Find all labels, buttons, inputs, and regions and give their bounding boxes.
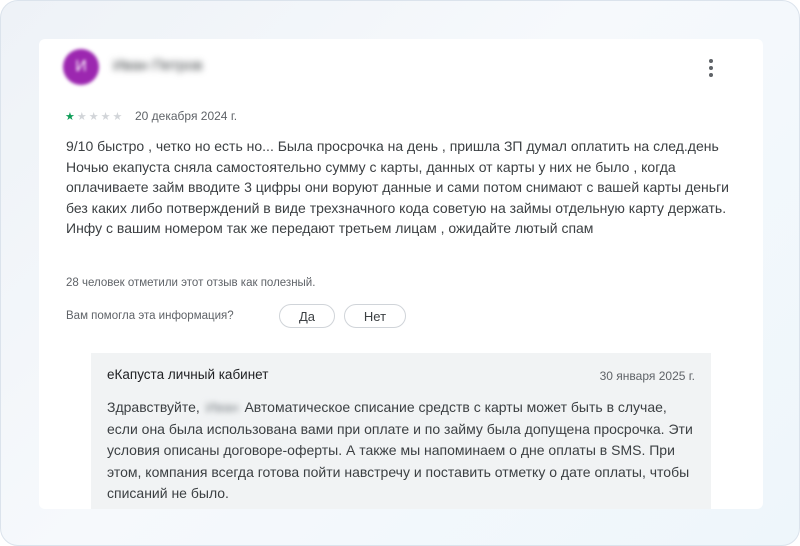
more-vertical-icon[interactable] (701, 55, 721, 81)
star-empty-icon: ★ (100, 110, 111, 123)
star-filled-icon: ★ (65, 110, 75, 123)
helpful-count: 28 человек отметили этот отзыв как полез… (66, 277, 316, 289)
review-date: 20 декабря 2024 г. (135, 109, 238, 123)
screenshot-frame: И Иван Петров ★ ★ ★ ★ ★ 20 декабря 2024 г. 9… (0, 0, 800, 546)
reply-date: 30 января 2025 г. (599, 369, 695, 383)
reply-author: еКапуста личный кабинет (107, 367, 269, 382)
star-empty-icon: ★ (112, 110, 123, 123)
more-dot (709, 59, 713, 63)
developer-reply: еКапуста личный кабинет 30 января 2025 г… (91, 353, 711, 509)
review-author-name: Иван Петров (113, 57, 203, 74)
star-empty-icon: ★ (76, 110, 87, 123)
reply-text: Здравствуйте, Иван Автоматическое списан… (107, 397, 697, 505)
star-empty-icon: ★ (88, 110, 99, 123)
helpful-no-button[interactable]: Нет (344, 304, 406, 328)
star-rating: ★ ★ ★ ★ ★ (65, 111, 124, 122)
review-text: 9/10 быстро , четко но есть но... Была п… (66, 138, 730, 237)
helpful-question: Вам помогла эта информация? (66, 310, 234, 322)
redacted-name: Иван (205, 399, 239, 415)
avatar-initial: И (75, 58, 87, 75)
reply-greeting: Здравствуйте, (107, 399, 200, 415)
more-dot (709, 66, 713, 70)
review-card: И Иван Петров ★ ★ ★ ★ ★ 20 декабря 2024 г. 9… (39, 39, 763, 509)
avatar: И (63, 49, 99, 85)
more-dot (709, 73, 713, 77)
helpful-yes-button[interactable]: Да (279, 304, 335, 328)
